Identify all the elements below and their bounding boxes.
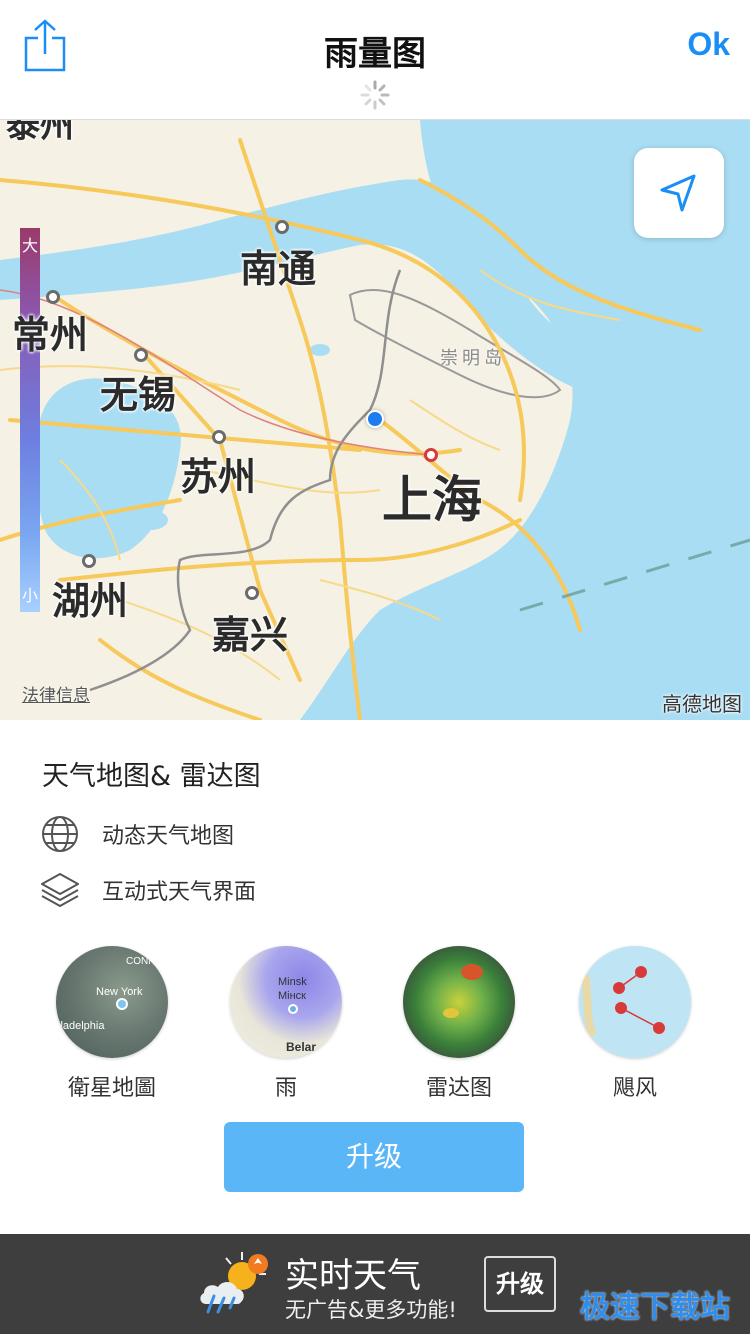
layers-icon <box>41 873 79 907</box>
option-label: 雷达图 <box>425 1076 492 1101</box>
satellite-thumbnail: CONN New York iladelphia <box>56 946 168 1058</box>
city-marker <box>275 220 289 234</box>
thumb-text: Мінск <box>278 990 306 1002</box>
city-label-shanghai: 上海 <box>382 471 482 529</box>
city-marker <box>245 586 259 600</box>
thumb-text: iladelphia <box>58 1020 105 1032</box>
location-arrow-icon <box>660 174 696 212</box>
thumb-text: Minsk <box>278 976 307 988</box>
option-rain[interactable]: Minsk Мінск Belar 雨 <box>226 946 346 1102</box>
thumb-text: Belar <box>286 1040 317 1054</box>
ok-button[interactable]: Ok <box>687 26 730 63</box>
city-marker <box>82 554 96 568</box>
thumb-marker <box>288 1004 298 1014</box>
app-root: 雨量图 Ok 大 小 泰州 南通 常州 无锡 苏州 崇明岛 上海 湖州 嘉兴 法… <box>0 0 750 1334</box>
ad-upgrade-button[interactable]: 升级 <box>484 1256 556 1312</box>
radar-thumbnail <box>403 946 515 1058</box>
ad-subtitle: 无广告&更多功能! <box>285 1298 457 1322</box>
city-label-chongming: 崇明岛 <box>440 348 506 369</box>
rain-legend-bar <box>20 228 40 612</box>
globe-icon <box>42 816 78 852</box>
top-nav: 雨量图 Ok <box>0 0 750 120</box>
thumb-text: New York <box>96 986 143 998</box>
feature-label: 动态天气地图 <box>102 824 235 849</box>
thumb-text: CONN <box>126 956 156 967</box>
city-label-changzhou: 常州 <box>12 313 89 357</box>
rain-thumbnail: Minsk Мінск Belar <box>230 946 342 1058</box>
hurricane-icon <box>581 966 665 1038</box>
legal-info-link[interactable]: 法律信息 <box>22 681 90 706</box>
city-label-jiaxing: 嘉兴 <box>212 613 289 657</box>
city-marker <box>212 430 226 444</box>
weather-app-icon <box>200 1252 268 1314</box>
section-title: 天气地图& 雷达图 <box>42 761 261 792</box>
page-title: 雨量图 <box>324 34 426 74</box>
upgrade-button[interactable]: 升级 <box>224 1122 524 1192</box>
locate-button[interactable] <box>634 148 724 238</box>
option-hurricane[interactable]: 飓风 <box>575 946 695 1102</box>
watermark-logo: 极速下载站 <box>580 1290 730 1325</box>
option-label: 雨 <box>274 1076 297 1101</box>
thumb-marker <box>116 998 128 1010</box>
city-marker <box>134 348 148 362</box>
city-marker <box>46 290 60 304</box>
city-label-huzhou: 湖州 <box>52 579 129 623</box>
option-label: 飓风 <box>612 1076 657 1101</box>
user-location-marker <box>366 410 384 428</box>
radar-blob <box>461 964 483 980</box>
city-label: 泰州 <box>6 120 74 146</box>
option-satellite[interactable]: CONN New York iladelphia 衛星地圖 <box>52 946 172 1102</box>
map-provider-label: 高德地图 <box>662 692 742 716</box>
ad-title: 实时天气 <box>285 1256 421 1296</box>
hurricane-thumbnail <box>579 946 691 1058</box>
legend-max-label: 大 <box>22 236 39 255</box>
city-label-wuxi: 无锡 <box>100 373 177 417</box>
radar-blob <box>443 1008 459 1018</box>
loading-spinner-icon <box>360 80 390 110</box>
feature-label: 互动式天气界面 <box>102 880 257 905</box>
city-label-nantong: 南通 <box>240 247 317 291</box>
option-label: 衛星地圖 <box>67 1076 156 1101</box>
city-label-suzhou: 苏州 <box>180 455 257 499</box>
option-radar[interactable]: 雷达图 <box>399 946 519 1102</box>
legend-min-label: 小 <box>22 586 39 605</box>
